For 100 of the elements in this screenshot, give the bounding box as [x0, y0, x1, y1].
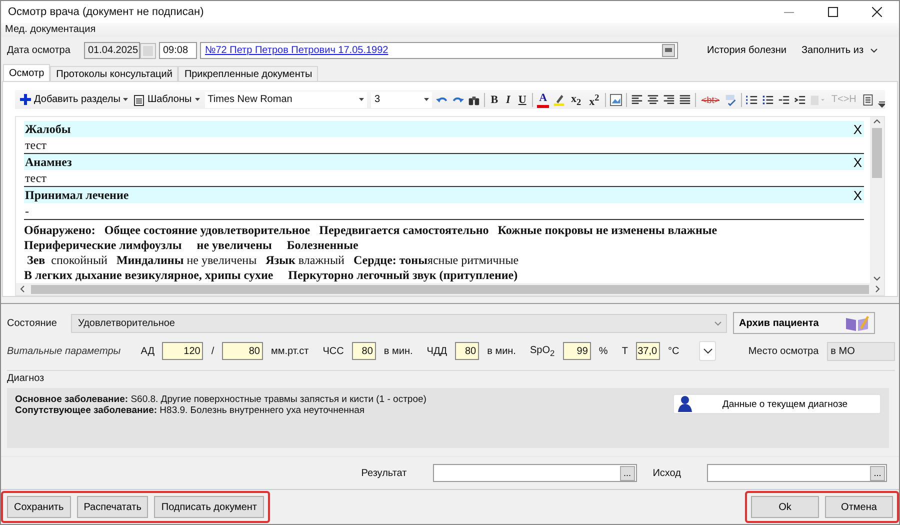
- plus-icon: [20, 94, 31, 106]
- numbered-list-icon[interactable]: [746, 92, 758, 107]
- vital-label: АД: [140, 346, 154, 356]
- scroll-thumb[interactable]: [31, 284, 869, 294]
- patient-link[interactable]: №72 Петр Петров Петрович 17.05.1992: [205, 45, 662, 56]
- group-label: Диагноз: [7, 373, 46, 384]
- time-field[interactable]: 09:08: [159, 42, 197, 60]
- tag-button[interactable]: <bt>: [699, 94, 722, 105]
- findings-line: Обнаружено: Общее состояние удовлетворительное Передвигается самостоятельно Кожные покровы не изменены влажные: [24, 223, 718, 238]
- close-icon[interactable]: [872, 7, 882, 17]
- remove-section-button[interactable]: X: [851, 122, 864, 137]
- vertical-scrollbar[interactable]: [870, 117, 884, 284]
- date-field[interactable]: 01.04.2025: [84, 42, 140, 60]
- diagnosis-line: Основное заболевание: S60.8. Другие поверхностные травмы запястья и кисти (1 - острое): [15, 394, 426, 405]
- maximize-icon[interactable]: [828, 7, 838, 17]
- remove-section-button[interactable]: X: [851, 188, 864, 203]
- footer-button[interactable]: Отмена: [825, 496, 893, 518]
- spellcheck-icon[interactable]: [725, 92, 738, 107]
- book-icon: [844, 314, 870, 332]
- vital-label: ЧДД: [426, 346, 447, 356]
- footer-button[interactable]: Подписать документ: [154, 496, 264, 518]
- scroll-down-icon[interactable]: [873, 276, 881, 282]
- script-button[interactable]: x$_{2}$: [569, 92, 584, 108]
- chevron-down-icon: [702, 348, 713, 354]
- bullet-list-icon[interactable]: [762, 92, 774, 107]
- section-text: тест: [25, 170, 46, 186]
- vitals-label: Витальные параметры: [7, 346, 122, 356]
- vital-field[interactable]: 99: [562, 342, 591, 360]
- font-size-select[interactable]: 3: [371, 92, 432, 108]
- state-select[interactable]: Удовлетворительное: [71, 314, 727, 332]
- field-label: Дата осмотра: [7, 45, 72, 56]
- page-icon[interactable]: [862, 92, 874, 107]
- diagnosis-details-button[interactable]: Данные о текущем диагнозе: [673, 394, 881, 414]
- fill-from-button[interactable]: Заполнить из: [796, 45, 884, 56]
- scroll-thumb[interactable]: [872, 128, 882, 178]
- align-icon[interactable]: [678, 92, 691, 107]
- field-label: Результат: [361, 468, 407, 478]
- format-button[interactable]: I: [504, 92, 512, 108]
- patient-archive-button[interactable]: Архив пациента: [733, 312, 875, 334]
- menu-item[interactable]: Мед. документация: [5, 24, 96, 36]
- font-color-button[interactable]: A: [537, 92, 550, 108]
- scroll-up-icon[interactable]: [873, 119, 881, 124]
- horizontal-scrollbar[interactable]: [16, 283, 884, 296]
- format-button[interactable]: U: [516, 92, 528, 108]
- image-icon[interactable]: [610, 92, 622, 107]
- section-title: Жалобы: [25, 122, 71, 137]
- unit-label: %: [598, 346, 608, 356]
- scroll-left-icon[interactable]: [20, 285, 25, 294]
- tab[interactable]: Протоколы консультаций: [50, 66, 178, 82]
- script-button[interactable]: x$^{2}$: [587, 92, 602, 108]
- vital-label: SpO$_{2}$: [530, 344, 555, 358]
- card-icon[interactable]: [662, 44, 675, 58]
- caret-icon: [194, 98, 200, 102]
- diagnosis-line: Сопутствующее заболевание: H83.9. Болезнь внутреннего уха неуточненная: [15, 405, 366, 416]
- browse-button[interactable]: ...: [870, 466, 885, 480]
- font-select[interactable]: Times New Roman: [204, 92, 368, 108]
- unit-label: /: [211, 346, 214, 356]
- field-label: Исход: [652, 468, 681, 478]
- browse-button[interactable]: ...: [620, 466, 635, 480]
- section-text: тест: [25, 138, 46, 153]
- remove-section-button[interactable]: X: [851, 154, 864, 170]
- highlighter-icon[interactable]: [553, 92, 566, 107]
- scroll-right-icon[interactable]: [875, 285, 880, 294]
- format-button[interactable]: B: [488, 92, 500, 108]
- unit-label: °C: [668, 346, 680, 356]
- calendar-toggle-icon[interactable]: [140, 42, 156, 59]
- section-title: Анамнез: [25, 154, 72, 170]
- vital-field[interactable]: 80: [222, 342, 263, 360]
- vital-field[interactable]: 37,0: [636, 342, 660, 360]
- outcome-field[interactable]: ...: [707, 464, 887, 482]
- vital-field[interactable]: 80: [352, 342, 376, 360]
- findings-line: В легких дыхание везикулярное, хрипы сухие Перкуторно легочный звук (притупление): [24, 268, 519, 284]
- footer-button[interactable]: Ok: [751, 496, 819, 518]
- align-icon[interactable]: [646, 92, 659, 107]
- findings-line: Зев спокойный Миндалины не увеличены Язык влажный Сердце: тоныясные ритмичные: [26, 253, 520, 268]
- place-field[interactable]: в МО: [826, 342, 895, 360]
- window-title: Осмотр врача (документ не подписан): [8, 6, 205, 18]
- unit-label: мм.рт.ст: [271, 346, 309, 356]
- patient-field[interactable]: №72 Петр Петров Петрович 17.05.1992: [200, 42, 678, 60]
- tab[interactable]: Осмотр: [3, 64, 50, 82]
- unit-label: в мин.: [487, 346, 516, 356]
- expand-button[interactable]: [699, 341, 716, 361]
- align-icon[interactable]: [662, 92, 675, 107]
- field-label: Место осмотра: [748, 346, 819, 356]
- result-field[interactable]: ...: [432, 464, 637, 482]
- overflow-icon[interactable]: [878, 100, 886, 108]
- findings-line: Периферические лимфоузлы не увеличены Болезненные: [24, 238, 360, 254]
- caret-icon: [123, 98, 128, 102]
- unit-label: в мин.: [384, 346, 413, 356]
- history-button[interactable]: История болезни: [701, 45, 792, 56]
- vital-field[interactable]: 120: [162, 342, 204, 360]
- tab[interactable]: Прикрепленные документы: [178, 66, 318, 82]
- field-label: Состояние: [7, 318, 58, 328]
- templates-button[interactable]: Шаблоны: [133, 92, 201, 108]
- footer-button[interactable]: Сохранить: [7, 496, 71, 518]
- footer-button[interactable]: Распечатать: [76, 496, 148, 518]
- align-icon[interactable]: [630, 92, 643, 107]
- person-icon: [677, 395, 693, 413]
- add-sections-button[interactable]: Добавить разделы: [19, 92, 130, 108]
- vital-field[interactable]: 80: [455, 342, 480, 360]
